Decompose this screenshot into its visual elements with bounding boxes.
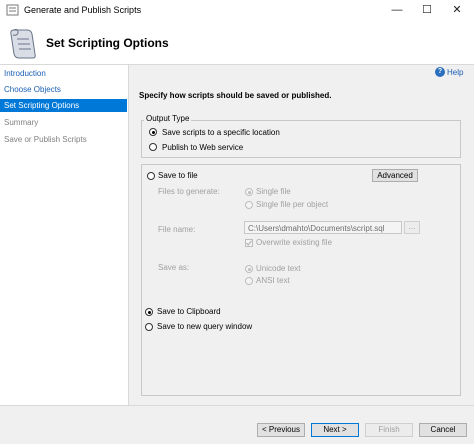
file-name-input: C:\Users\dmahto\Documents\script.sql bbox=[244, 221, 402, 234]
files-to-generate-label: Files to generate: bbox=[158, 187, 220, 196]
cancel-button[interactable]: Cancel bbox=[419, 423, 467, 437]
instruction-text: Specify how scripts should be saved or p… bbox=[139, 91, 332, 100]
save-as-label: Save as: bbox=[158, 263, 190, 272]
help-icon[interactable]: ? bbox=[435, 67, 445, 77]
save-to-file-label[interactable]: Save to file bbox=[158, 171, 198, 180]
save-to-file-radio[interactable] bbox=[147, 172, 155, 180]
sidebar-item-introduction[interactable]: Introduction bbox=[0, 67, 127, 80]
sidebar-item-choose-objects[interactable]: Choose Objects bbox=[0, 83, 127, 96]
help-link[interactable]: Help bbox=[447, 68, 463, 77]
output-type-group bbox=[141, 120, 461, 158]
single-file-label: Single file bbox=[256, 187, 291, 196]
previous-button[interactable]: < Previous bbox=[257, 423, 305, 437]
save-to-new-query-radio[interactable] bbox=[145, 323, 153, 331]
overwrite-label: Overwrite existing file bbox=[256, 238, 333, 247]
publish-web-service-radio[interactable] bbox=[149, 143, 157, 151]
file-name-label: File name: bbox=[158, 225, 196, 234]
minimize-button[interactable]: — bbox=[382, 0, 412, 20]
single-file-radio bbox=[245, 188, 253, 196]
save-options-panel bbox=[141, 164, 461, 396]
save-to-location-label[interactable]: Save scripts to a specific location bbox=[162, 128, 280, 137]
advanced-button[interactable]: Advanced bbox=[372, 169, 418, 182]
output-type-legend: Output Type bbox=[144, 114, 192, 123]
page-title: Set Scripting Options bbox=[46, 36, 169, 50]
save-to-new-query-label[interactable]: Save to new query window bbox=[157, 322, 252, 331]
window-title: Generate and Publish Scripts bbox=[24, 5, 142, 15]
single-file-per-object-radio bbox=[245, 201, 253, 209]
app-icon bbox=[6, 4, 19, 16]
single-file-per-object-label: Single file per object bbox=[256, 200, 329, 209]
scroll-icon bbox=[10, 28, 36, 59]
save-to-clipboard-label[interactable]: Save to Clipboard bbox=[157, 307, 221, 316]
save-to-clipboard-radio[interactable] bbox=[145, 308, 153, 316]
unicode-text-radio bbox=[245, 265, 253, 273]
ansi-text-radio bbox=[245, 277, 253, 285]
unicode-text-label: Unicode text bbox=[256, 264, 301, 273]
next-button[interactable]: Next > bbox=[311, 423, 359, 437]
checkmark-icon bbox=[246, 240, 252, 246]
close-button[interactable]: ✕ bbox=[442, 0, 472, 20]
sidebar-item-set-scripting-options[interactable]: Set Scripting Options bbox=[0, 99, 127, 112]
maximize-button[interactable]: ☐ bbox=[412, 0, 442, 20]
publish-web-service-label[interactable]: Publish to Web service bbox=[162, 143, 243, 152]
browse-button: ... bbox=[404, 221, 420, 234]
finish-button: Finish bbox=[365, 423, 413, 437]
ansi-text-label: ANSI text bbox=[256, 276, 290, 285]
save-to-location-radio[interactable] bbox=[149, 128, 157, 136]
sidebar-item-summary: Summary bbox=[4, 118, 39, 127]
sidebar-item-save-or-publish: Save or Publish Scripts bbox=[4, 135, 87, 144]
